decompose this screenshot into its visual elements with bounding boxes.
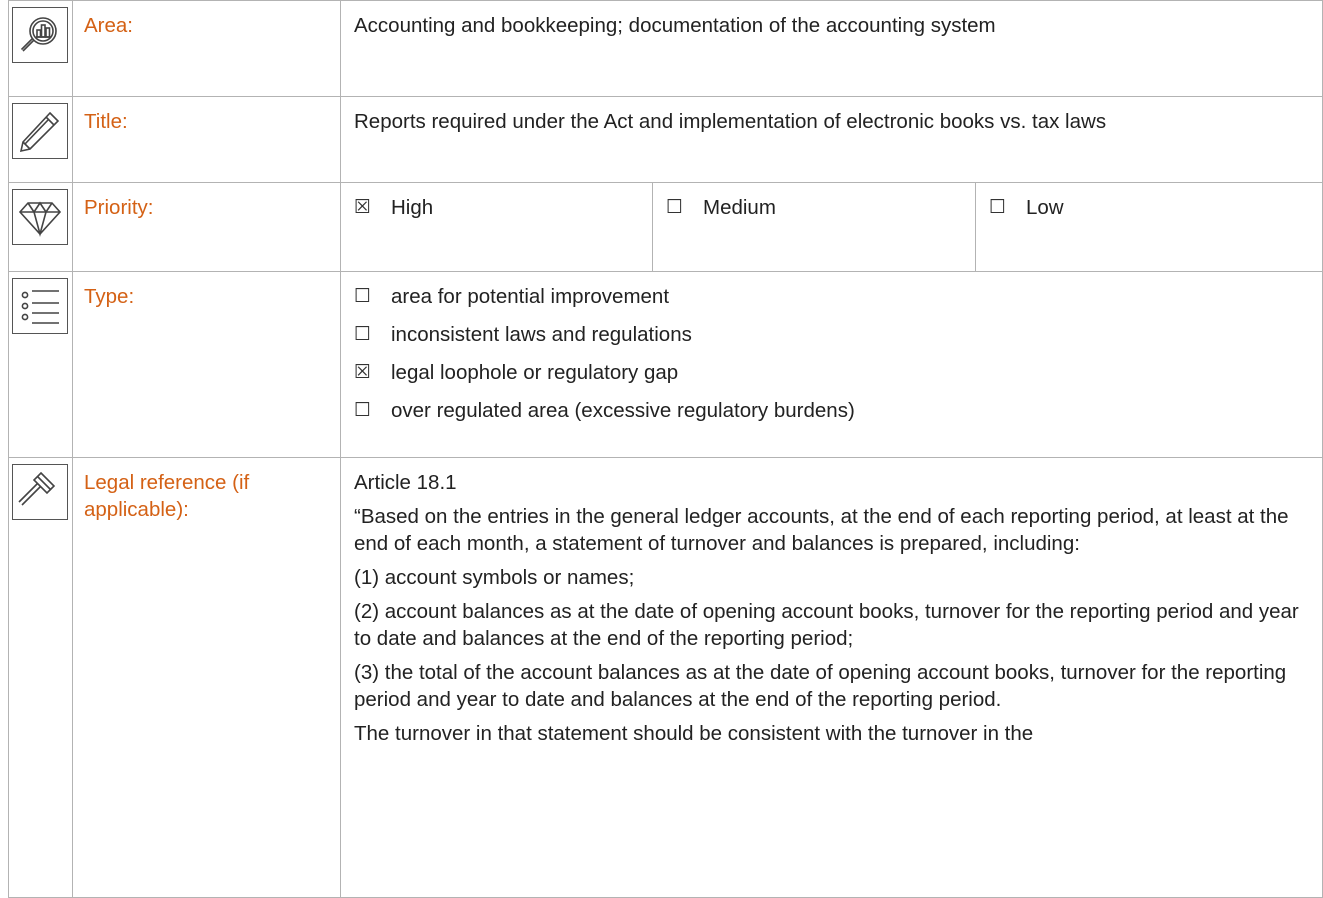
checkbox-unchecked[interactable]: ☐ [666, 194, 688, 221]
area-value: Accounting and bookkeeping; documentatio… [354, 14, 996, 37]
area-row: Area: Accounting and bookkeeping; docume… [8, 0, 1323, 97]
area-label: Area: [84, 14, 133, 37]
checkbox-checked[interactable]: ☒ [354, 194, 376, 221]
legal-paragraph: The turnover in that statement should be… [354, 722, 1034, 745]
legal-label: Legal reference (if applicable): [84, 471, 250, 521]
priority-option-label: High [391, 196, 434, 219]
checkbox-unchecked[interactable]: ☐ [354, 397, 376, 424]
type-row: Type: ☐ area for potential improvement ☐… [8, 271, 1323, 458]
article-heading: Article 18.1 [354, 471, 457, 494]
title-icon-cell [8, 96, 73, 183]
type-options: ☐ area for potential improvement ☐ incon… [341, 272, 1322, 424]
type-option-label: over regulated area (excessive regulator… [391, 399, 855, 422]
type-option[interactable]: ☒ legal loophole or regulatory gap [354, 359, 1308, 386]
legal-paragraph: “Based on the entries in the general led… [354, 505, 1289, 555]
legal-row: Legal reference (if applicable): Article… [8, 457, 1323, 898]
priority-option-label: Medium [703, 196, 776, 219]
pencil-icon [12, 103, 68, 159]
title-row: Title: Reports required under the Act an… [8, 96, 1323, 183]
priority-icon-cell [8, 182, 73, 272]
priority-option-high[interactable]: ☒ High [341, 183, 653, 271]
title-value: Reports required under the Act and imple… [354, 110, 1107, 133]
priority-option-low[interactable]: ☐ Low [976, 183, 1322, 271]
legal-paragraph: (2) account balances as at the date of o… [354, 600, 1299, 650]
checkbox-checked[interactable]: ☒ [354, 359, 376, 386]
legal-paragraph: (1) account symbols or names; [354, 566, 635, 589]
type-option-label: area for potential improvement [391, 285, 670, 308]
priority-option-label: Low [1026, 196, 1064, 219]
checkbox-unchecked[interactable]: ☐ [989, 194, 1011, 221]
type-option[interactable]: ☐ over regulated area (excessive regulat… [354, 397, 1308, 424]
area-icon-cell [8, 0, 73, 97]
type-option[interactable]: ☐ inconsistent laws and regulations [354, 321, 1308, 348]
checkbox-unchecked[interactable]: ☐ [354, 321, 376, 348]
diamond-icon [12, 189, 68, 245]
gavel-icon [12, 464, 68, 520]
type-icon-cell [8, 271, 73, 458]
type-option-label: legal loophole or regulatory gap [391, 361, 679, 384]
list-icon [12, 278, 68, 334]
type-option-label: inconsistent laws and regulations [391, 323, 692, 346]
priority-label: Priority: [84, 196, 154, 219]
magnifier-chart-icon [12, 7, 68, 63]
legal-paragraph: (3) the total of the account balances as… [354, 661, 1287, 711]
legal-text: Article 18.1 “Based on the entries in th… [341, 458, 1322, 747]
legal-icon-cell [8, 457, 73, 898]
priority-row: Priority: ☒ High ☐ Medium ☐ Low [8, 182, 1323, 272]
priority-options: ☒ High ☐ Medium ☐ Low [341, 183, 1322, 271]
title-label: Title: [84, 110, 128, 133]
type-option[interactable]: ☐ area for potential improvement [354, 283, 1308, 310]
type-label: Type: [84, 285, 135, 308]
priority-option-medium[interactable]: ☐ Medium [653, 183, 976, 271]
issue-form-table: Area: Accounting and bookkeeping; docume… [8, 0, 1323, 898]
checkbox-unchecked[interactable]: ☐ [354, 283, 376, 310]
